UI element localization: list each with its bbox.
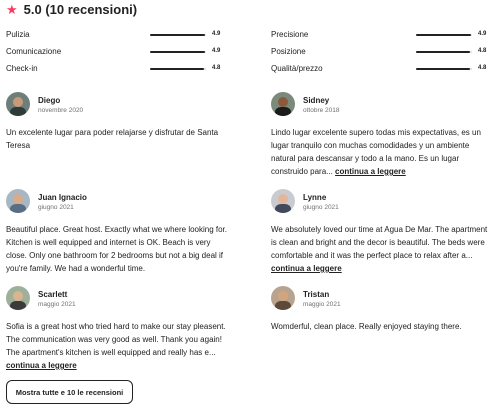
rating-bar-fill	[150, 34, 205, 36]
rating-bar	[150, 68, 206, 70]
review-text: Womderful, clean place. Really enjoyed s…	[271, 320, 493, 333]
review-body: Sofia is a great host who tried hard to …	[6, 322, 226, 357]
avatar[interactable]	[6, 286, 30, 310]
review-card: Juan Ignacio giugno 2021 Beautiful place…	[6, 189, 228, 275]
reviews-title: 5.0 (10 recensioni)	[23, 2, 138, 17]
review-text: We absolutely loved our time at Agua De …	[271, 223, 493, 275]
review-text: Beautiful place. Great host. Exactly wha…	[6, 223, 228, 275]
rating-bar-fill	[150, 68, 204, 70]
rating-bar	[416, 34, 472, 36]
reviewer-name: Diego	[38, 96, 61, 105]
rating-score: 4.8	[212, 65, 221, 71]
review-card: Tristan maggio 2021 Womderful, clean pla…	[271, 286, 493, 333]
reviewer-name: Tristan	[303, 290, 330, 299]
review-body: Womderful, clean place. Really enjoyed s…	[271, 322, 462, 331]
review-date: maggio 2021	[38, 301, 76, 308]
review-body: Beautiful place. Great host. Exactly wha…	[6, 225, 228, 273]
review-date: giugno 2021	[38, 204, 74, 211]
continue-reading-link[interactable]: continua a leggere	[271, 264, 342, 273]
avatar[interactable]	[6, 189, 30, 213]
review-text: Sofia is a great host who tried hard to …	[6, 320, 228, 372]
avatar[interactable]	[271, 286, 295, 310]
rating-label: Pulizia	[6, 30, 30, 39]
rating-bar	[150, 51, 206, 53]
rating-bar-fill	[416, 34, 471, 36]
rating-score: 4.8	[478, 48, 487, 54]
rating-bar	[150, 34, 206, 36]
avatar[interactable]	[271, 189, 295, 213]
rating-score: 4.9	[212, 31, 221, 37]
rating-bar	[416, 51, 472, 53]
reviewer-name: Juan Ignacio	[38, 193, 87, 202]
avatar[interactable]	[271, 92, 295, 116]
continue-reading-link[interactable]: continua a leggere	[6, 361, 77, 370]
rating-bar-fill	[416, 68, 470, 70]
review-card: Diego novembre 2020 Un excelente lugar p…	[6, 92, 224, 152]
avatar[interactable]	[6, 92, 30, 116]
rating-label: Posizione	[271, 47, 306, 56]
rating-label: Check-in	[6, 64, 38, 73]
review-body: Un excelente lugar para poder relajarse …	[6, 128, 219, 150]
rating-label: Precisione	[271, 30, 309, 39]
review-date: giugno 2021	[303, 204, 339, 211]
rating-bar-fill	[150, 51, 205, 53]
review-body: We absolutely loved our time at Agua De …	[271, 225, 488, 260]
rating-label: Comunicazione	[6, 47, 62, 56]
rating-label: Qualità/prezzo	[271, 64, 323, 73]
rating-bar-fill	[416, 51, 470, 53]
star-icon: ★	[6, 2, 18, 17]
review-text: Un excelente lugar para poder relajarse …	[6, 126, 224, 152]
review-date: novembre 2020	[38, 107, 84, 114]
rating-score: 4.8	[478, 65, 487, 71]
reviewer-name: Scarlett	[38, 290, 68, 299]
review-date: maggio 2021	[303, 301, 341, 308]
review-card: Scarlett maggio 2021 Sofia is a great ho…	[6, 286, 228, 372]
review-card: Sidney ottobre 2018 Lindo lugar excelent…	[271, 92, 493, 178]
reviewer-name: Sidney	[303, 96, 330, 105]
continue-reading-link[interactable]: continua a leggere	[335, 167, 406, 176]
review-card: Lynne giugno 2021 We absolutely loved ou…	[271, 189, 493, 275]
reviewer-name: Lynne	[303, 193, 327, 202]
rating-score: 4.9	[212, 48, 221, 54]
rating-score: 4.9	[478, 31, 487, 37]
review-date: ottobre 2018	[303, 107, 340, 114]
reviews-header: ★ 5.0 (10 recensioni)	[6, 2, 137, 17]
review-text: Lindo lugar excelente supero todas mis e…	[271, 126, 493, 178]
show-all-reviews-button[interactable]: Mostra tutte e 10 le recensioni	[6, 380, 133, 404]
rating-bar	[416, 68, 472, 70]
